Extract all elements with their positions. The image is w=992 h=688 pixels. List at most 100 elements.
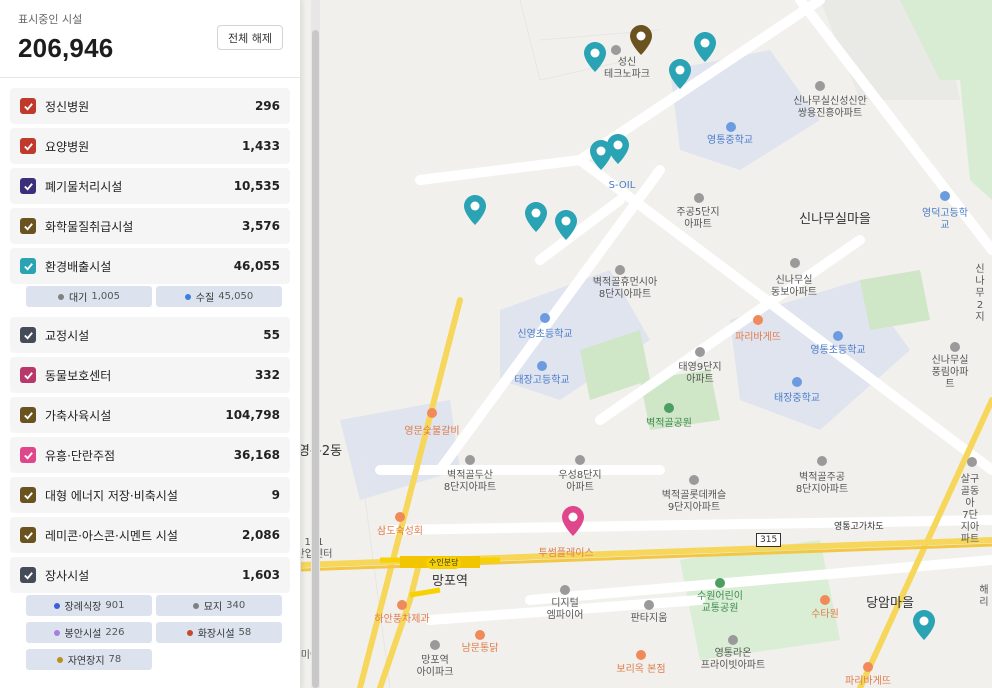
- map-pin-environment-icon[interactable]: [464, 195, 486, 225]
- bakery-icon: [397, 600, 407, 610]
- checkbox-icon[interactable]: [20, 178, 36, 194]
- map-pin-entertainment-icon[interactable]: [562, 506, 584, 536]
- subfilter-chip-natural-burial[interactable]: 자연장지 78: [26, 649, 152, 670]
- category-row-environment[interactable]: 환경배출시설 46,055: [10, 248, 290, 284]
- category-label: 화학물질취급시설: [45, 219, 134, 234]
- map-pin-environment-icon[interactable]: [584, 42, 606, 72]
- map-label-yeongtong2dong: 영통2동: [300, 444, 343, 459]
- color-dot-icon: [57, 293, 64, 300]
- checkbox-icon[interactable]: [20, 367, 36, 383]
- subfilter-chip-funeral-hall[interactable]: 장례식장 901: [26, 595, 152, 616]
- map-pin-environment-icon[interactable]: [694, 32, 716, 62]
- map-label-sinnamusil-apt: 신나무실신성신안 쌍용진흥아파트: [793, 96, 867, 119]
- category-row-correctional[interactable]: 교정시설 55: [10, 317, 290, 353]
- chip-count: 226: [105, 627, 125, 638]
- map-canvas[interactable]: 성신 테크노파크 신나무실신성신안 쌍용진흥아파트 영통중학교 S-OIL 주공…: [300, 0, 992, 688]
- category-row-remicon[interactable]: 레미콘·아스콘·시멘트 시설 2,086: [10, 517, 290, 553]
- map-label-taejang-hs: 태장고등학교: [514, 375, 570, 386]
- map-label-samdo: 삼도숙성회: [377, 526, 423, 537]
- map-label-byeokjeok8: 벽적골휴먼시아 8단지아파트: [592, 277, 658, 300]
- map-label-sinyeong-es: 신영초등학교: [517, 329, 573, 340]
- chip-label: 묘지: [203, 602, 223, 613]
- apartment-icon: [694, 193, 704, 203]
- category-row-nursing-hospital[interactable]: 요양병원 1,433: [10, 128, 290, 164]
- park-icon: [664, 403, 674, 413]
- color-dot-icon: [56, 656, 63, 663]
- scrollbar-thumb[interactable]: [312, 30, 319, 688]
- chip-count: 1,005: [91, 291, 121, 302]
- chip-count: 78: [108, 654, 122, 665]
- checkbox-icon[interactable]: [20, 138, 36, 154]
- panel-scrollbar[interactable]: [311, 0, 320, 688]
- color-dot-icon: [53, 629, 60, 636]
- map-label-sinnamusil-dongbo: 신나무실 동보아파트: [771, 275, 817, 298]
- clear-all-button[interactable]: 전체 해제: [217, 25, 283, 50]
- category-row-waste[interactable]: 폐기물처리시설 10,535: [10, 168, 290, 204]
- category-label: 정신병원: [45, 99, 90, 114]
- category-row-animal-shelter[interactable]: 동물보호센터 332: [10, 357, 290, 393]
- apartment-icon: [430, 640, 440, 650]
- map-label-route315: 315: [756, 533, 782, 547]
- checkbox-icon[interactable]: [20, 447, 36, 463]
- map-label-sinnamusil-pungrim: 신나무실 풍림아파트: [931, 355, 969, 390]
- park-icon: [715, 578, 725, 588]
- category-count: 1,603: [242, 568, 280, 582]
- map-pin-environment-icon[interactable]: [525, 202, 547, 232]
- category-row-psychiatric[interactable]: 정신병원 296: [10, 88, 290, 124]
- map-label-yeongtong-private: 영통라온 프라이빗아파트: [700, 648, 766, 671]
- school-icon: [537, 361, 547, 371]
- color-dot-icon: [184, 293, 191, 300]
- apartment-icon: [815, 81, 825, 91]
- category-row-energy-storage[interactable]: 대형 에너지 저장·비축시설 9: [10, 477, 290, 513]
- category-label: 교정시설: [45, 328, 90, 343]
- chip-label: 대기: [68, 293, 88, 304]
- map-label-taeyeong9: 태영9단지 아파트: [678, 362, 722, 385]
- map-label-yeongdeok-hs: 영덕고등학교: [922, 208, 968, 231]
- school-icon: [792, 377, 802, 387]
- map-label-yeongtong-es: 영통초등학교: [810, 345, 866, 356]
- apartment-icon: [615, 265, 625, 275]
- category-row-entertainment[interactable]: 유흥·단란주점 36,168: [10, 437, 290, 473]
- checkbox-icon[interactable]: [20, 258, 36, 274]
- chip-count: 58: [238, 627, 252, 638]
- map-pin-environment-icon[interactable]: [555, 210, 577, 240]
- category-label: 가축사육시설: [45, 408, 112, 423]
- checkbox-icon[interactable]: [20, 407, 36, 423]
- map-label-sinnamusil2: 신나무 2지: [975, 264, 985, 323]
- checkbox-icon[interactable]: [20, 218, 36, 234]
- apartment-icon: [465, 455, 475, 465]
- map-pin-environment-icon[interactable]: [913, 610, 935, 640]
- category-row-chemical[interactable]: 화학물질취급시설 3,576: [10, 208, 290, 244]
- map-label-salgugol7: 살구골동아 7단지아파트: [960, 474, 980, 545]
- map-label-digital-empire: 디지털 엠파이어: [546, 598, 584, 621]
- map-pin-environment-icon[interactable]: [669, 59, 691, 89]
- category-count: 1,433: [242, 139, 280, 153]
- checkbox-icon[interactable]: [20, 567, 36, 583]
- chip-label: 수질: [195, 293, 215, 304]
- checkbox-icon[interactable]: [20, 487, 36, 503]
- subfilter-chip-air[interactable]: 대기 1,005: [26, 286, 152, 307]
- map-pin-environment-icon[interactable]: [607, 134, 629, 164]
- subfilter-chip-crematorium[interactable]: 화장시설 58: [156, 622, 282, 643]
- restaurant-icon: [636, 650, 646, 660]
- apartment-icon: [695, 347, 705, 357]
- checkbox-icon[interactable]: [20, 98, 36, 114]
- category-row-funeral[interactable]: 장사시설 1,603: [10, 557, 290, 593]
- map-label-sutaewon: 수타원: [811, 609, 839, 620]
- map-label-mangpo-station: 망포역: [432, 574, 468, 589]
- subfilter-chip-water[interactable]: 수질 45,050: [156, 286, 282, 307]
- chip-label: 장례식장: [64, 602, 102, 613]
- category-row-livestock[interactable]: 가축사육시설 104,798: [10, 397, 290, 433]
- map-pin-livestock-icon[interactable]: [630, 25, 652, 55]
- chip-label: 화장시설: [197, 629, 235, 640]
- subfilter-chip-columbarium[interactable]: 봉안시설 226: [26, 622, 152, 643]
- panel-header: 표시중인 시설 206,946 전체 해제: [0, 0, 300, 78]
- checkbox-icon[interactable]: [20, 527, 36, 543]
- category-count: 55: [263, 328, 280, 342]
- school-icon: [726, 122, 736, 132]
- category-count: 296: [254, 99, 280, 113]
- checkbox-icon[interactable]: [20, 327, 36, 343]
- map-label-haeryong: 해리: [979, 585, 989, 608]
- school-icon: [540, 313, 550, 323]
- subfilter-chip-cemetery[interactable]: 묘지 340: [156, 595, 282, 616]
